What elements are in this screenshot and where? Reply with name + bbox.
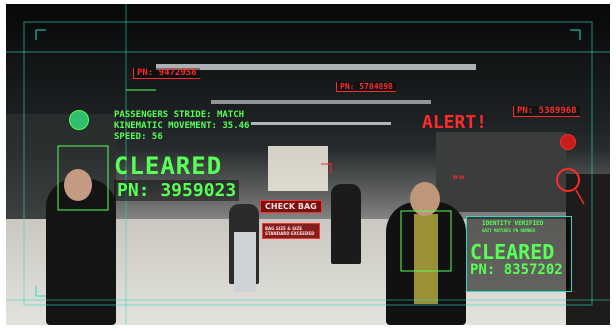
red-indicator-chevrons: »» [452,172,465,183]
alert-label: ALERT! [422,112,488,133]
pn-tag: PN: 5784898 [336,82,396,92]
identity-verified-text: IDENTITY VERIFIED [482,220,544,227]
stride-line: SPEED: 56 [114,132,163,142]
gait-match-text: GAIT MATCHES PN NUMBER [482,228,535,233]
bag-size-warning: BAG SIZE & SIZE STANDARD EXCEEDED [262,223,320,239]
station-surveillance-scene: PN: 9472958 PN: 5784898 PN: 5389968 ALER… [6,4,610,325]
pn-number: PN: 3959023 [114,180,240,201]
person-marker-icon [69,110,89,130]
pn-tag: PN: 9472958 [133,68,200,79]
pn-number: PN: 8357202 [470,262,563,278]
check-bag-label: CHECK BAG [260,200,322,213]
person-alert-icon [560,134,576,150]
image-frame: PN: 9472958 PN: 5784898 PN: 5389968 ALER… [0,0,616,331]
cleared-label: CLEARED [470,240,555,264]
cleared-label: CLEARED [114,152,223,180]
pn-tag: PN: 5389968 [513,106,580,117]
stride-line: KINEMATIC MOVEMENT: 35.46 [114,121,250,131]
stride-line: PASSENGERS STRIDE: MATCH [114,110,245,120]
